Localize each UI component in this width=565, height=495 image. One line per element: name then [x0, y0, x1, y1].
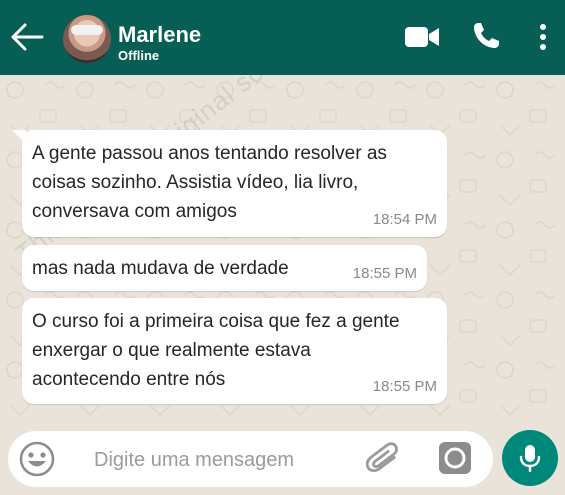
bubble-tail [12, 130, 26, 144]
message-time: 18:55 PM [352, 265, 417, 282]
message-composer [8, 431, 493, 487]
message-text: A gente passou anos tentando resolver as… [32, 143, 387, 222]
message-input[interactable] [92, 441, 356, 479]
message-bubble[interactable]: A gente passou anos tentando resolver as… [12, 130, 447, 237]
camera-icon[interactable] [438, 441, 472, 475]
contact-name[interactable]: Marlene [118, 22, 201, 48]
video-camera-icon[interactable] [404, 25, 440, 49]
more-vertical-icon[interactable] [535, 22, 551, 52]
chat-header: Marlene Offline [0, 0, 565, 75]
chat-area[interactable]: This is not an original screenshot!!! A … [0, 75, 565, 427]
avatar-headband [71, 25, 103, 35]
message-text: O curso foi a primeira coisa que fez a g… [32, 311, 400, 390]
emoji-icon[interactable] [19, 441, 55, 477]
avatar[interactable] [63, 15, 111, 63]
arrow-left-icon[interactable] [10, 22, 44, 52]
message-time: 18:54 PM [372, 211, 437, 228]
contact-status: Offline [118, 48, 160, 63]
microphone-icon [519, 445, 541, 472]
message-bubble[interactable]: mas nada mudava de verdade 18:55 PM [22, 245, 427, 291]
paperclip-icon[interactable] [366, 440, 402, 478]
message-time: 18:55 PM [372, 378, 437, 395]
phone-icon[interactable] [471, 21, 501, 51]
message-bubble[interactable]: O curso foi a primeira coisa que fez a g… [22, 298, 447, 404]
microphone-button[interactable] [502, 430, 558, 486]
